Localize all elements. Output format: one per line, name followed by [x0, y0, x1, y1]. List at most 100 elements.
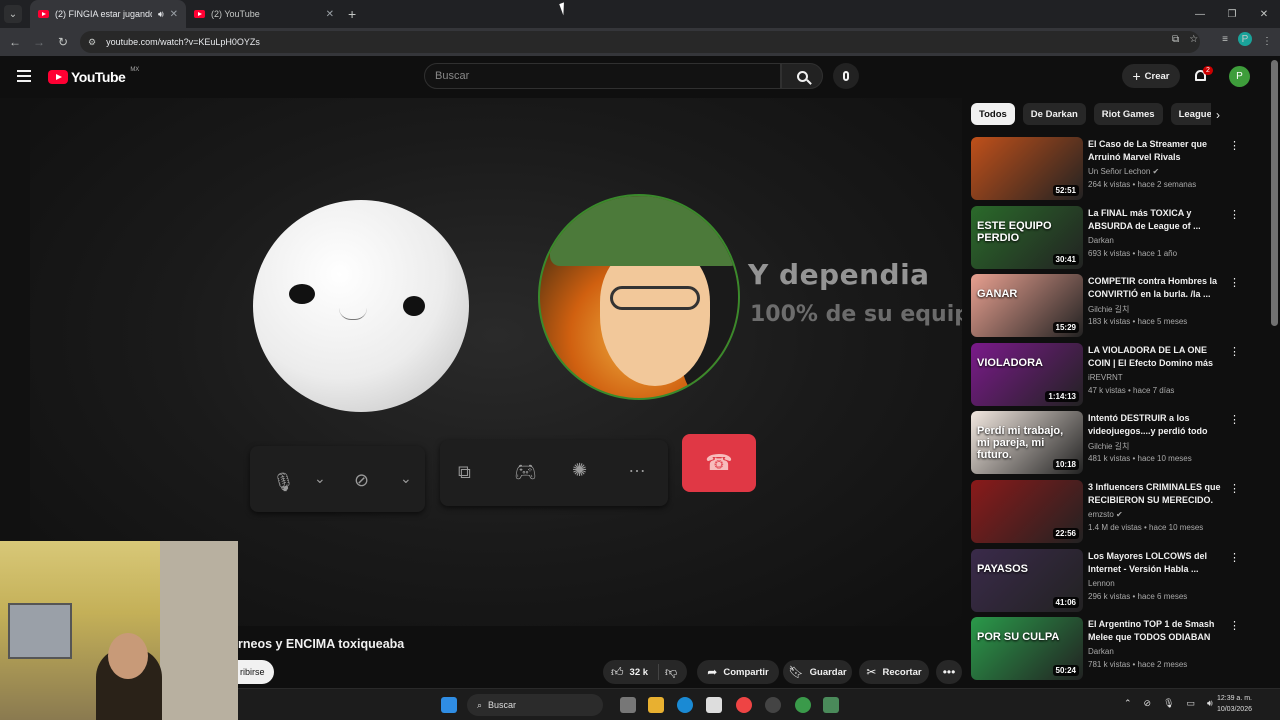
more-actions-button[interactable]: •••	[936, 660, 962, 684]
start-windows-icon[interactable]	[441, 697, 457, 713]
chrome-icon[interactable]	[736, 697, 752, 713]
recommended-video[interactable]: PAYASOS 41:06 Los Mayores LOLCOWS del Inte…	[971, 548, 1251, 613]
video-thumbnail[interactable]: VIOLADORA 1:14:13	[971, 342, 1083, 406]
more-vertical-icon[interactable]: ⋮	[1229, 345, 1240, 358]
more-vertical-icon[interactable]: ⋮	[1229, 208, 1240, 221]
recommended-video-title[interactable]: 3 Influencers CRIMINALES que RECIBIERON …	[1088, 481, 1223, 507]
profile-avatar[interactable]: P	[1238, 32, 1252, 46]
recommended-video-title[interactable]: El Caso de La Streamer que Arruinó Marve…	[1088, 138, 1223, 164]
save-button[interactable]: 🔖︎ Guardar	[783, 660, 852, 684]
file-explorer-icon[interactable]	[648, 697, 664, 713]
recommended-video[interactable]: VIOLADORA 1:14:13 LA VIOLADORA DE LA ONE C…	[971, 342, 1251, 407]
forward-icon[interactable]: →	[27, 35, 51, 49]
chip-riot-games[interactable]: Riot Games	[1093, 103, 1163, 125]
browser-tab-youtube[interactable]: (2) YouTube ✕	[186, 0, 342, 28]
clip-button[interactable]: ✂ Recortar	[859, 660, 929, 684]
chip-todos[interactable]: Todos	[971, 103, 1015, 125]
volume-icon[interactable]: 🔊︎	[1207, 698, 1213, 709]
speaker-icon[interactable]: 🔊︎	[158, 9, 164, 20]
taskbar-search[interactable]: ⌕ Buscar	[467, 694, 603, 716]
recommended-video[interactable]: GANAR 15:29 COMPETIR contra Hombres la CON…	[971, 274, 1251, 338]
voice-search-button[interactable]	[833, 63, 859, 89]
site-info-icon[interactable]: ⚙	[88, 37, 96, 48]
mic-tray-icon[interactable]: 🎙︎	[1163, 698, 1174, 709]
reload-icon[interactable]: ↻	[51, 35, 75, 49]
page-scrollbar[interactable]	[1271, 60, 1278, 326]
channel-name[interactable]: Gilchie 길치	[1088, 304, 1129, 315]
more-vertical-icon[interactable]: ⋮	[1229, 551, 1240, 564]
close-window-icon[interactable]: ✕	[1248, 0, 1280, 28]
more-vertical-icon[interactable]: ⋮	[1229, 276, 1240, 289]
video-thumbnail[interactable]: 52:51	[971, 137, 1083, 200]
browser-tab-video[interactable]: (2) FINGIA estar jugando p... 🔊︎ ✕	[30, 0, 186, 28]
search-input[interactable]: Buscar	[424, 63, 781, 89]
subscribe-button[interactable]: ribirse	[238, 660, 274, 684]
reading-list-icon[interactable]: ≡	[1222, 34, 1228, 45]
bookmark-star-icon[interactable]: ☆	[1189, 34, 1198, 45]
more-vertical-icon[interactable]: ⋮	[1229, 619, 1240, 632]
recommended-video-title[interactable]: LA VIOLADORA DE LA ONE COIN | El Efecto …	[1088, 344, 1223, 371]
call-activity-controls: ⧉ 🎮︎ ✺ …	[440, 440, 668, 506]
install-app-icon[interactable]: ⧉	[1172, 34, 1179, 45]
hamburger-menu-icon[interactable]	[17, 70, 31, 85]
thumbs-down-icon[interactable]: 👎︎	[665, 665, 677, 680]
video-thumbnail[interactable]: PAYASOS 41:06	[971, 548, 1083, 612]
recommended-video-title[interactable]: La FINAL más TOXICA y ABSURDA de League …	[1088, 207, 1223, 233]
video-thumbnail[interactable]: Perdí mi trabajo, mi pareja, mi futuro. 1…	[971, 411, 1083, 475]
app-icon[interactable]	[823, 697, 839, 713]
video-duration: 52:51	[1052, 185, 1079, 196]
share-button[interactable]: ➦ Compartir	[697, 660, 779, 684]
chip-league[interactable]: League of	[1170, 103, 1211, 125]
more-vertical-icon[interactable]: ⋮	[1229, 139, 1240, 152]
video-thumbnail[interactable]: 22:56	[971, 480, 1083, 543]
recommended-video-title[interactable]: COMPETIR contra Hombres la CONVIRTIÓ en …	[1088, 275, 1223, 301]
show-hidden-icon[interactable]: ⌃	[1124, 698, 1132, 709]
address-bar[interactable]: ⚙ youtube.com/watch?v=KEuLpH0OYZs	[80, 31, 1200, 53]
create-button[interactable]: + Crear	[1122, 64, 1180, 88]
youtube-logo[interactable]: YouTube MX	[48, 67, 139, 85]
recommended-video-title[interactable]: Intentó DESTRUIR a los videojuegos....y …	[1088, 412, 1223, 438]
recommended-video[interactable]: 22:56 3 Influencers CRIMINALES que RECIBI…	[971, 480, 1251, 544]
channel-name[interactable]: Darkan	[1088, 647, 1114, 656]
video-thumbnail[interactable]: GANAR 15:29	[971, 274, 1083, 338]
account-avatar[interactable]: P	[1229, 66, 1250, 87]
bookmark-icon: 🔖︎	[788, 665, 804, 679]
channel-name[interactable]: Gilchie 길치	[1088, 441, 1129, 452]
search-button[interactable]	[781, 63, 823, 89]
back-icon[interactable]: ←	[3, 35, 27, 49]
thumbs-up-icon[interactable]: 👍︎	[611, 665, 624, 680]
close-tab-icon[interactable]: ✕	[326, 9, 334, 20]
recommended-video[interactable]: Perdí mi trabajo, mi pareja, mi futuro. 1…	[971, 411, 1251, 475]
recommended-video-title[interactable]: Los Mayores LOLCOWS del Internet - Versi…	[1088, 550, 1223, 576]
recommended-video[interactable]: 52:51 El Caso de La Streamer que Arruinó …	[971, 137, 1251, 201]
video-thumbnail[interactable]: POR SU CULPA 50:24	[971, 617, 1083, 681]
network-icon[interactable]: ⊘	[1144, 698, 1152, 709]
minimize-icon[interactable]: —	[1184, 0, 1216, 28]
channel-name[interactable]: iREVRNT	[1088, 373, 1123, 382]
recommended-video-title[interactable]: El Argentino TOP 1 de Smash Melee que TO…	[1088, 618, 1223, 644]
more-vertical-icon[interactable]: ⋮	[1229, 413, 1240, 426]
like-dislike-button[interactable]: 👍︎ 32 k 👎︎	[603, 660, 687, 684]
tab-search-chevron-icon[interactable]: ⌄	[4, 5, 22, 23]
video-thumbnail[interactable]: ESTE EQUIPO PERDIO 30:41	[971, 205, 1083, 269]
more-vertical-icon[interactable]: ⋮	[1229, 482, 1240, 495]
task-view-icon[interactable]	[620, 697, 636, 713]
discord-icon[interactable]	[765, 697, 781, 713]
store-icon[interactable]	[706, 697, 722, 713]
channel-name[interactable]: Darkan	[1088, 236, 1114, 245]
recommended-video[interactable]: POR SU CULPA 50:24 El Argentino TOP 1 de S…	[971, 617, 1251, 681]
maximize-icon[interactable]: ❐	[1216, 0, 1248, 28]
close-tab-icon[interactable]: ✕	[170, 9, 178, 20]
recommended-video[interactable]: ESTE EQUIPO PERDIO 30:41 La FINAL más TOXI…	[971, 205, 1251, 270]
browser-menu-icon[interactable]: ⋮	[1262, 36, 1272, 47]
channel-name[interactable]: Un Señor Lechon ✔︎	[1088, 167, 1159, 176]
channel-name[interactable]: emzsto ✔︎	[1088, 510, 1123, 519]
monitor-icon[interactable]: ▭	[1187, 698, 1196, 709]
new-tab-icon[interactable]: +	[348, 6, 356, 22]
clock[interactable]: 12:39 a. m. 10/03/2026	[1217, 693, 1252, 715]
chip-de-darkan[interactable]: De Darkan	[1022, 103, 1086, 125]
chevron-right-icon[interactable]: ›	[1216, 108, 1220, 122]
chrome-profile-icon[interactable]	[795, 697, 811, 713]
channel-name[interactable]: Lennon	[1088, 579, 1115, 588]
edge-icon[interactable]	[677, 697, 693, 713]
